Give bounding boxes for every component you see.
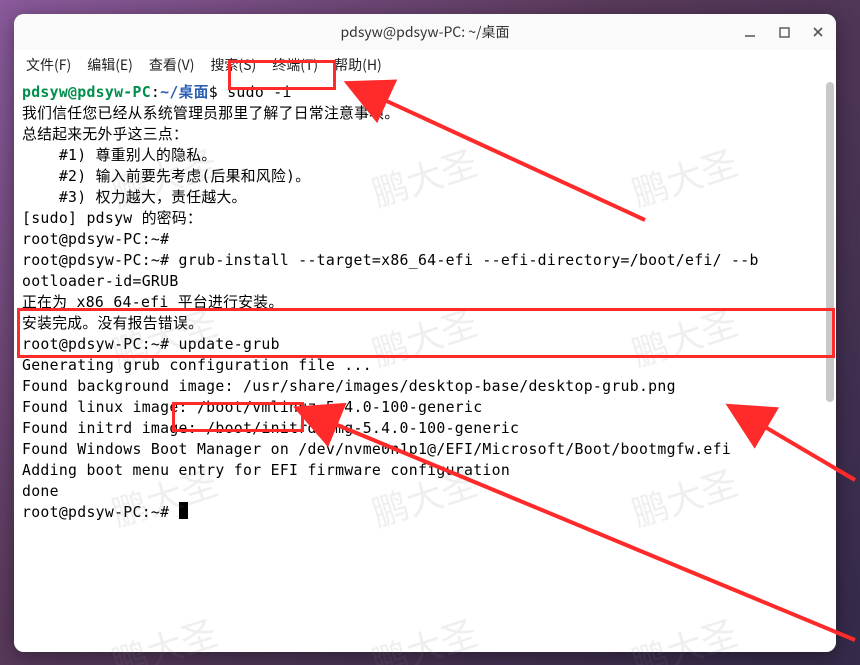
minimize-button[interactable] bbox=[740, 22, 760, 42]
cursor-block bbox=[179, 502, 188, 519]
output-line: Found initrd image: /boot/initrd.img-5.4… bbox=[22, 418, 828, 439]
prompt-line-last: root@pdsyw-PC:~# bbox=[22, 502, 828, 523]
menu-view[interactable]: 查看(V) bbox=[149, 55, 195, 75]
prompt-line-1: pdsyw@pdsyw-PC:~/桌面$ sudo -i bbox=[22, 82, 828, 103]
window-controls bbox=[740, 14, 828, 50]
output-line: Found linux image: /boot/vmlinuz-5.4.0-1… bbox=[22, 397, 828, 418]
scrollbar[interactable] bbox=[826, 82, 834, 644]
output-line: 总结起来无外乎这三点： bbox=[22, 124, 828, 145]
prompt-path: ~/桌面 bbox=[160, 84, 209, 101]
output-line: 我们信任您已经从系统管理员那里了解了日常注意事项。 bbox=[22, 103, 828, 124]
output-line: #3) 权力越大，责任越大。 bbox=[22, 187, 828, 208]
output-line: 正在为 x86_64-efi 平台进行安装。 bbox=[22, 292, 828, 313]
output-line: [sudo] pdsyw 的密码： bbox=[22, 208, 828, 229]
terminal-window: pdsyw@pdsyw-PC: ~/桌面 文件(F) 编辑(E) 查看(V) 搜… bbox=[14, 14, 836, 652]
menu-help[interactable]: 帮助(H) bbox=[334, 55, 382, 75]
command-sudo: sudo -i bbox=[227, 84, 291, 101]
menu-file[interactable]: 文件(F) bbox=[26, 55, 71, 75]
output-line: Found background image: /usr/share/image… bbox=[22, 376, 828, 397]
terminal-area[interactable]: pdsyw@pdsyw-PC:~/桌面$ sudo -i 我们信任您已经从系统管… bbox=[14, 80, 836, 652]
menu-edit[interactable]: 编辑(E) bbox=[87, 55, 133, 75]
output-line: done bbox=[22, 481, 828, 502]
output-line: Adding boot menu entry for EFI firmware … bbox=[22, 460, 828, 481]
output-line: #2) 输入前要先考虑(后果和风险)。 bbox=[22, 166, 828, 187]
command-update-grub: root@pdsyw-PC:~# update-grub bbox=[22, 334, 828, 355]
menu-terminal[interactable]: 终端(T) bbox=[272, 55, 318, 75]
output-line: root@pdsyw-PC:~# bbox=[22, 229, 828, 250]
output-line: #1) 尊重别人的隐私。 bbox=[22, 145, 828, 166]
scrollbar-thumb[interactable] bbox=[826, 82, 834, 402]
titlebar: pdsyw@pdsyw-PC: ~/桌面 bbox=[14, 14, 836, 50]
window-title: pdsyw@pdsyw-PC: ~/桌面 bbox=[340, 22, 509, 42]
command-grub-install: root@pdsyw-PC:~# grub-install --target=x… bbox=[22, 250, 828, 271]
output-line: Found Windows Boot Manager on /dev/nvme0… bbox=[22, 439, 828, 460]
command-grub-install-cont: ootloader-id=GRUB bbox=[22, 271, 828, 292]
menu-search[interactable]: 搜索(S) bbox=[210, 55, 256, 75]
output-line: 安装完成。没有报告错误。 bbox=[22, 313, 828, 334]
prompt-user: pdsyw@pdsyw-PC bbox=[22, 84, 151, 101]
menubar: 文件(F) 编辑(E) 查看(V) 搜索(S) 终端(T) 帮助(H) bbox=[14, 50, 836, 80]
output-line: Generating grub configuration file ... bbox=[22, 355, 828, 376]
close-button[interactable] bbox=[808, 22, 828, 42]
maximize-button[interactable] bbox=[774, 22, 794, 42]
